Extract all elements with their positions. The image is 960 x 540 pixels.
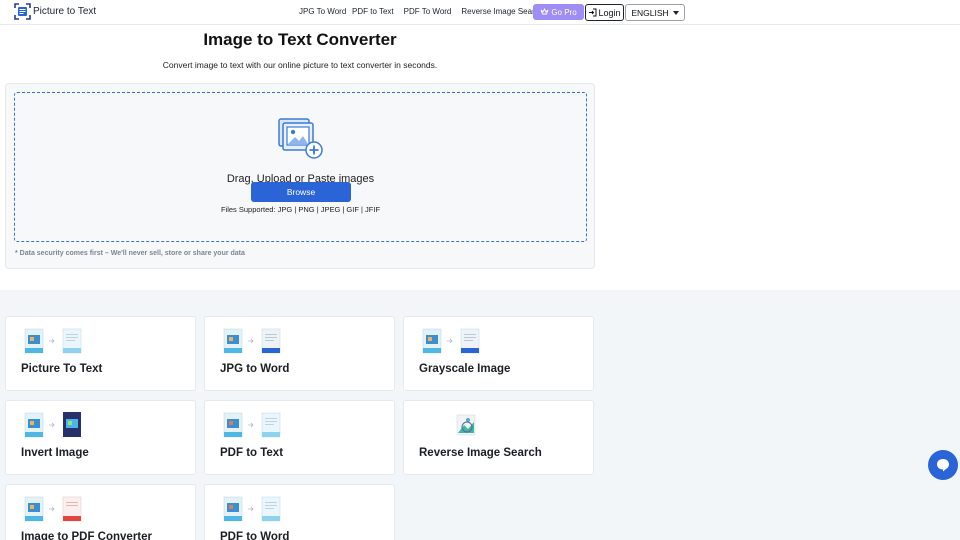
- language-selected: ENGLISH: [631, 7, 669, 18]
- security-note: * Data security comes first – We'll neve…: [15, 250, 245, 257]
- grayscale-icon: [422, 328, 480, 354]
- files-supported-text: Files Supported: JPG | PNG | JPEG | GIF …: [220, 205, 381, 214]
- login-icon: [589, 8, 597, 17]
- invert-image-icon: [24, 412, 81, 438]
- chat-bubble-icon: [937, 459, 949, 472]
- image-to-txt-icon: [24, 328, 82, 354]
- language-select[interactable]: ENGLISH: [625, 4, 685, 21]
- tool-card-picture-to-text[interactable]: Picture To Text: [5, 316, 196, 391]
- drop-zone[interactable]: Drag, Upload or Paste images Browse File…: [14, 92, 587, 242]
- tool-title: PDF to Word: [220, 531, 290, 540]
- tool-title: Grayscale Image: [419, 363, 511, 375]
- tool-card-grayscale-image[interactable]: Grayscale Image: [403, 316, 594, 391]
- nav-link-pdf-to-text[interactable]: PDF to Text: [352, 7, 394, 16]
- logo[interactable]: Picture to Text: [14, 3, 96, 20]
- tool-title: Reverse Image Search: [419, 447, 542, 459]
- login-button[interactable]: Login: [585, 4, 624, 21]
- crown-icon: [540, 8, 549, 15]
- browse-button[interactable]: Browse: [251, 182, 351, 202]
- page-title: Image to Text Converter: [203, 30, 397, 49]
- tool-card-pdf-to-text[interactable]: PDF to Text: [204, 400, 395, 475]
- tool-title: Image to PDF Converter: [21, 531, 152, 540]
- pdf-to-word-icon: [223, 496, 281, 522]
- tool-title: PDF to Text: [220, 447, 284, 459]
- tool-card-jpg-to-word[interactable]: JPG to Word: [204, 316, 395, 391]
- reverse-image-search-icon: [456, 414, 476, 436]
- tool-title: Invert Image: [21, 447, 89, 459]
- top-header: Picture to Text JPG To Word PDF to Text …: [0, 0, 960, 25]
- tool-title: JPG to Word: [220, 363, 290, 375]
- pdf-to-txt-icon: [223, 412, 281, 438]
- tool-card-invert-image[interactable]: Invert Image: [5, 400, 196, 475]
- tool-card-reverse-image-search[interactable]: Reverse Image Search: [403, 400, 594, 475]
- chevron-down-icon: [672, 10, 679, 15]
- image-to-pdf-icon: [24, 496, 82, 522]
- main-nav: JPG To Word PDF to Text PDF To Word Reve…: [299, 7, 553, 16]
- upload-card: Drag, Upload or Paste images Browse File…: [5, 83, 595, 269]
- nav-link-reverse-image-search[interactable]: Reverse Image Search: [461, 7, 543, 16]
- nav-link-pdf-to-word[interactable]: PDF To Word: [404, 7, 452, 16]
- tool-card-pdf-to-word[interactable]: PDF to Word: [204, 484, 395, 540]
- chat-widget-button[interactable]: [928, 450, 958, 480]
- logo-text: Picture to Text: [33, 6, 97, 17]
- tool-title: Picture To Text: [21, 363, 103, 375]
- logo-icon: [14, 3, 31, 20]
- tool-card-image-to-pdf[interactable]: Image to PDF Converter: [5, 484, 196, 540]
- jpg-to-doc-icon: [223, 328, 281, 354]
- login-label: Login: [598, 7, 621, 18]
- go-pro-button[interactable]: Go Pro: [533, 4, 584, 20]
- page-subtitle: Convert image to text with our online pi…: [162, 60, 438, 70]
- nav-link-jpg-to-word[interactable]: JPG To Word: [299, 7, 346, 16]
- upload-image-icon: [278, 118, 323, 159]
- go-pro-label: Go Pro: [551, 7, 577, 17]
